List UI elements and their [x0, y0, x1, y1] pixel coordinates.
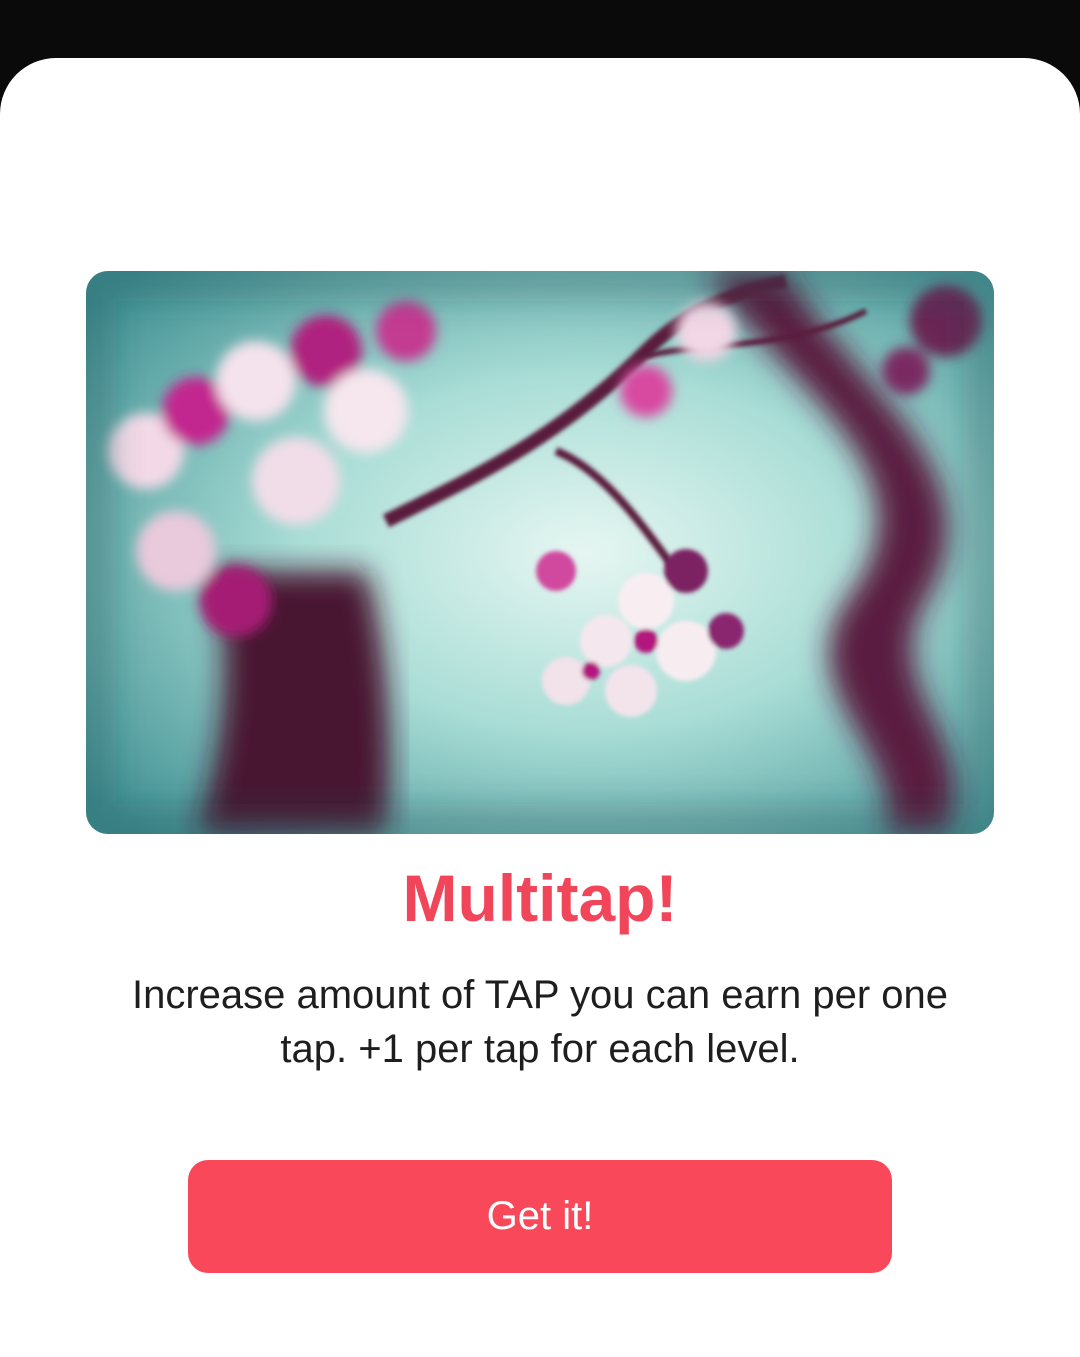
upgrade-description: Increase amount of TAP you can earn per … [131, 973, 949, 1071]
upgrade-sheet: Multitap! Increase amount of TAP you can… [0, 58, 1080, 1357]
get-it-button[interactable]: Get it! [188, 1160, 892, 1273]
cherry-blossom-image [86, 271, 994, 834]
upgrade-title: Multitap! [402, 861, 678, 935]
